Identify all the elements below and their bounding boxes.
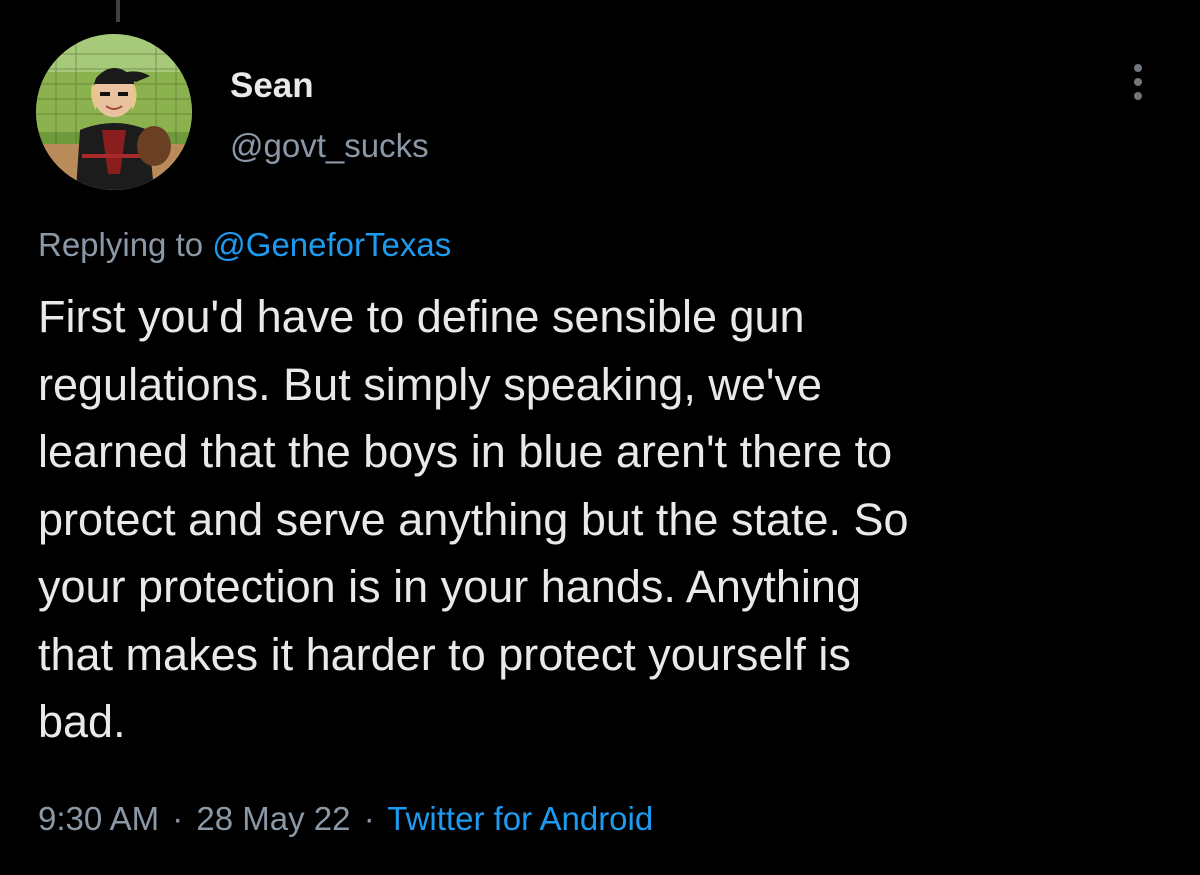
- tweet-meta: 9:30 AM · 28 May 22 · Twitter for Androi…: [38, 799, 653, 839]
- more-dot: [1134, 92, 1142, 100]
- tweet-card: Sean @govt_sucks Replying to @GeneforTex…: [0, 0, 1200, 875]
- meta-separator: ·: [172, 800, 184, 837]
- tweet-text: First you'd have to define sensible gun …: [38, 291, 909, 747]
- author-display-name[interactable]: Sean: [230, 66, 314, 106]
- meta-separator: ·: [363, 800, 375, 837]
- replying-to: Replying to @GeneforTexas: [38, 225, 451, 265]
- avatar[interactable]: [36, 34, 192, 190]
- avatar-image: [36, 34, 192, 190]
- more-dot: [1134, 64, 1142, 72]
- tweet-source-link[interactable]: Twitter for Android: [387, 800, 653, 837]
- thread-connector-line: [116, 0, 120, 22]
- more-options-icon[interactable]: [1120, 56, 1156, 108]
- more-dot: [1134, 78, 1142, 86]
- replying-to-label: Replying to: [38, 226, 204, 263]
- tweet-date[interactable]: 28 May 22: [196, 800, 350, 837]
- tweet-time[interactable]: 9:30 AM: [38, 800, 159, 837]
- author-handle[interactable]: @govt_sucks: [230, 126, 429, 166]
- reply-mention-link[interactable]: @GeneforTexas: [212, 226, 451, 263]
